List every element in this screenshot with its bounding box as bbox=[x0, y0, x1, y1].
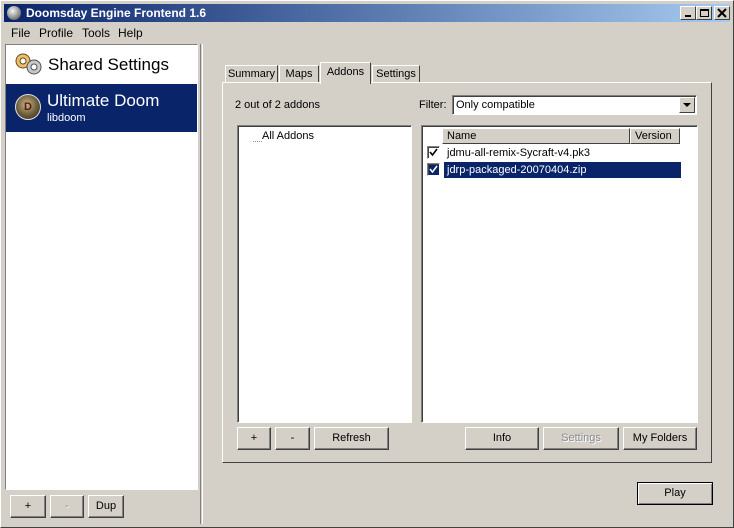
minimize-icon bbox=[685, 15, 691, 17]
add-addon-button[interactable]: + bbox=[237, 427, 271, 450]
addons-panel: 2 out of 2 addons Filter: Only compatibl… bbox=[222, 82, 712, 463]
main-window: Doomsday Engine Frontend 1.6 File Profil… bbox=[0, 0, 734, 528]
refresh-button[interactable]: Refresh bbox=[314, 427, 389, 450]
minimize-button[interactable] bbox=[680, 6, 696, 20]
menu-file[interactable]: File bbox=[11, 26, 30, 40]
filter-label: Filter: bbox=[419, 99, 447, 111]
add-profile-button[interactable]: + bbox=[10, 495, 46, 518]
addon-list[interactable]: Name Version jdmu-all-remix-Sycraft-v4.p… bbox=[421, 125, 698, 423]
app-icon bbox=[7, 6, 21, 20]
shared-settings-item[interactable]: Shared Settings bbox=[6, 45, 197, 83]
column-header-name[interactable]: Name bbox=[442, 128, 630, 144]
tab-addons[interactable]: Addons bbox=[320, 62, 371, 84]
close-icon bbox=[717, 8, 727, 18]
menu-tools[interactable]: Tools bbox=[82, 26, 110, 40]
window-title: Doomsday Engine Frontend 1.6 bbox=[26, 6, 207, 20]
dropdown-arrow-icon[interactable] bbox=[679, 97, 695, 113]
check-icon bbox=[429, 148, 438, 157]
shared-settings-label: Shared Settings bbox=[48, 55, 169, 74]
menu-help[interactable]: Help bbox=[118, 26, 143, 40]
addon-checkbox[interactable] bbox=[427, 163, 440, 176]
profile-name: Ultimate Doom bbox=[47, 91, 160, 110]
addon-category-tree[interactable]: ····· All Addons bbox=[237, 125, 412, 423]
column-header-version[interactable]: Version bbox=[630, 128, 680, 144]
addon-row[interactable]: jdmu-all-remix-Sycraft-v4.pk3 bbox=[424, 145, 682, 161]
splitter-handle[interactable] bbox=[200, 44, 203, 524]
remove-addon-button[interactable]: - bbox=[275, 427, 310, 450]
addon-name: jdrp-packaged-20070404.zip bbox=[444, 162, 681, 178]
addon-settings-button[interactable]: Settings bbox=[543, 427, 619, 450]
profile-list: Shared Settings D Ultimate Doom libdoom bbox=[5, 44, 198, 490]
remove-profile-button[interactable]: - bbox=[50, 495, 84, 518]
dup-profile-button[interactable]: Dup bbox=[88, 495, 124, 518]
addon-row[interactable]: jdrp-packaged-20070404.zip bbox=[424, 162, 682, 178]
title-bar[interactable]: Doomsday Engine Frontend 1.6 bbox=[4, 4, 730, 22]
filter-dropdown[interactable]: Only compatible bbox=[452, 95, 697, 115]
addon-checkbox[interactable] bbox=[427, 146, 440, 159]
addon-name: jdmu-all-remix-Sycraft-v4.pk3 bbox=[447, 147, 591, 159]
maximize-icon bbox=[699, 9, 709, 17]
close-button[interactable] bbox=[714, 6, 730, 20]
my-folders-button[interactable]: My Folders bbox=[623, 427, 697, 450]
info-button[interactable]: Info bbox=[465, 427, 539, 450]
profile-game: libdoom bbox=[47, 112, 86, 124]
tree-item-all-addons[interactable]: All Addons bbox=[262, 130, 314, 142]
maximize-button[interactable] bbox=[696, 6, 712, 20]
filter-value: Only compatible bbox=[456, 99, 535, 111]
check-icon bbox=[429, 165, 438, 174]
gears-icon bbox=[15, 53, 42, 75]
play-button[interactable]: Play bbox=[637, 482, 713, 505]
tree-connector-icon: ····· bbox=[252, 136, 263, 146]
profile-item-ultimate-doom[interactable]: D Ultimate Doom libdoom bbox=[6, 84, 197, 132]
addons-count: 2 out of 2 addons bbox=[235, 99, 321, 111]
doom-icon: D bbox=[15, 94, 41, 120]
menu-bar: File Profile Tools Help bbox=[4, 24, 730, 42]
menu-profile[interactable]: Profile bbox=[39, 26, 73, 40]
